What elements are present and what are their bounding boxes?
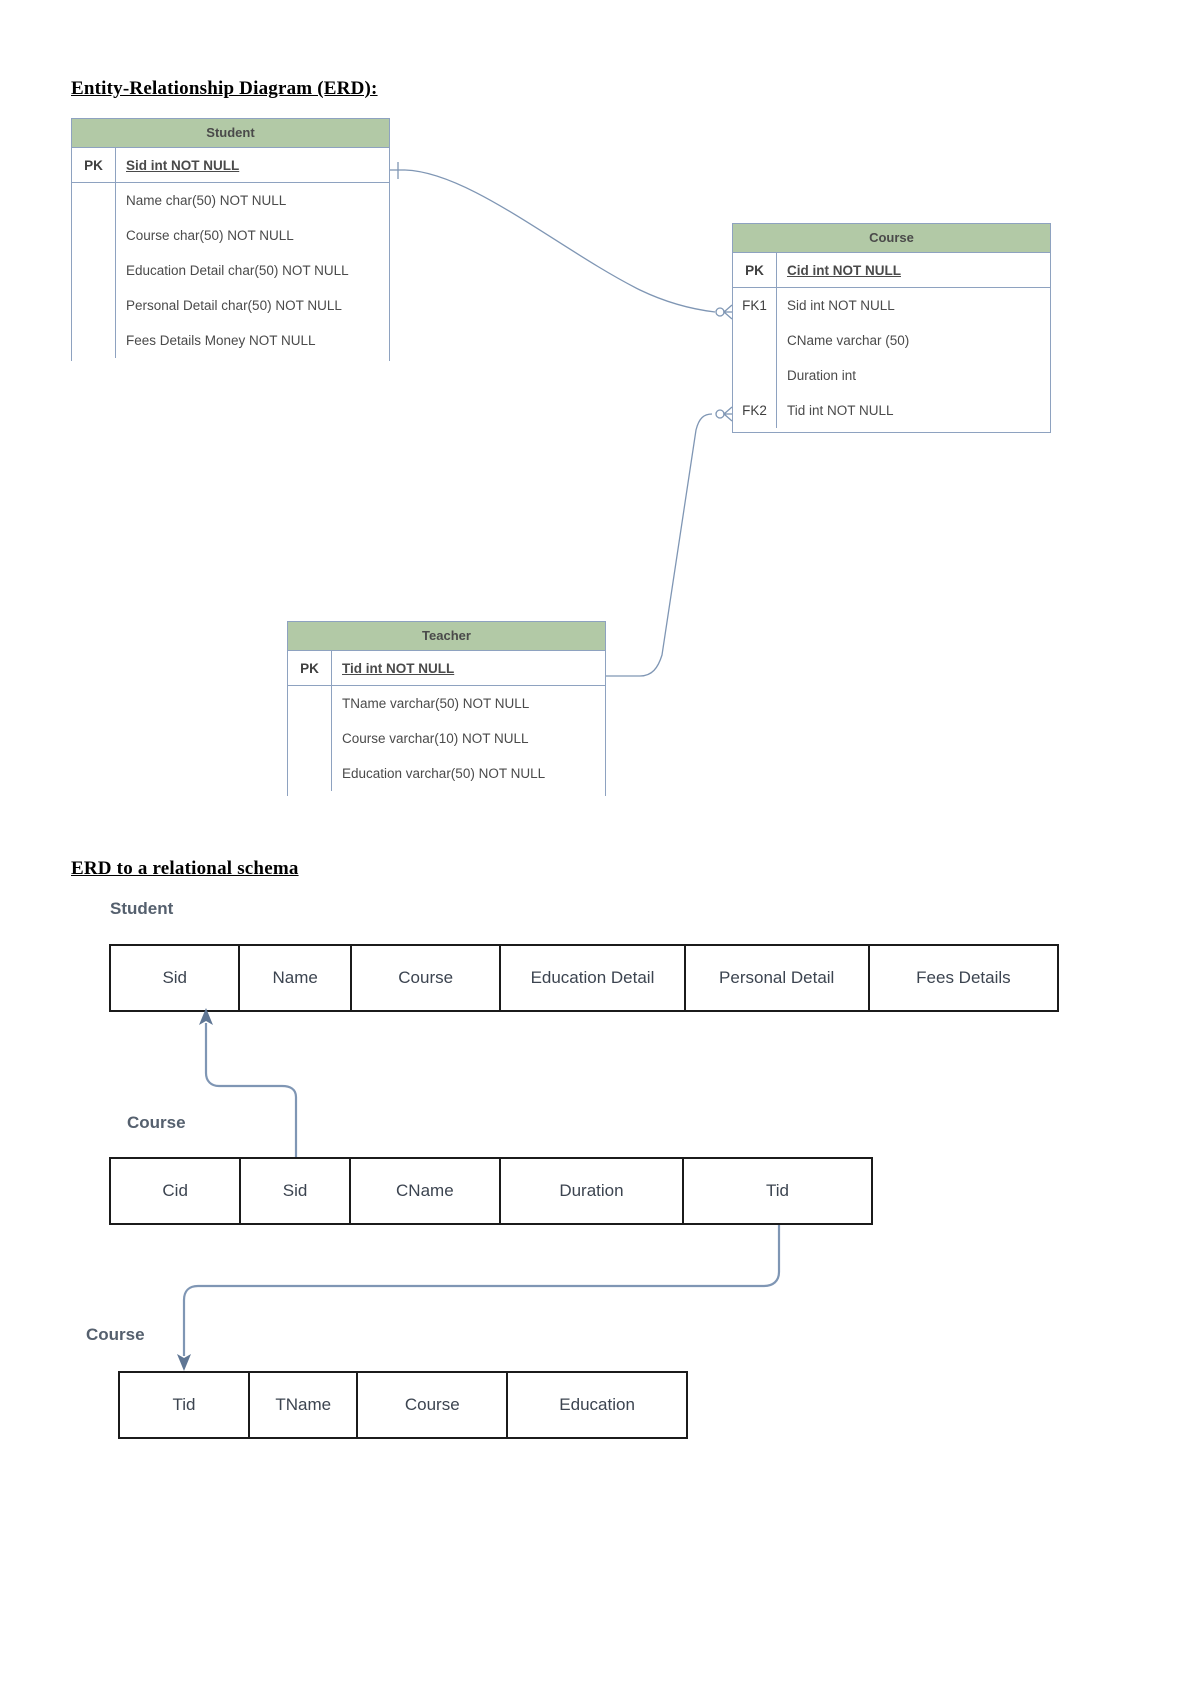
entity-row: PK Cid int NOT NULL xyxy=(733,253,1050,288)
relation-column: Name xyxy=(240,946,352,1010)
entity-title-teacher: Teacher xyxy=(288,622,605,651)
erd-entity-course: Course PK Cid int NOT NULL FK1 Sid int N… xyxy=(732,223,1051,433)
relation-column: Education xyxy=(559,1395,635,1414)
attribute-label: TName varchar(50) NOT NULL xyxy=(342,696,530,711)
relation-column: Personal Detail xyxy=(686,946,870,1010)
erd-section-heading: Entity-Relationship Diagram (ERD): xyxy=(71,78,378,99)
relation-column: Education Detail xyxy=(501,946,686,1010)
key-label xyxy=(288,721,332,756)
key-label: PK xyxy=(72,148,116,182)
entity-title-course: Course xyxy=(733,224,1050,253)
erd-entity-teacher: Teacher PK Tid int NOT NULL TName varcha… xyxy=(287,621,606,796)
key-label xyxy=(72,323,116,358)
attribute-label: Tid int NOT NULL xyxy=(342,660,455,676)
entity-row: Fees Details Money NOT NULL xyxy=(72,323,389,358)
entity-row: PK Sid int NOT NULL xyxy=(72,148,389,183)
relation-column: Duration xyxy=(501,1159,684,1223)
key-label xyxy=(72,218,116,253)
entity-row: Course char(50) NOT NULL xyxy=(72,218,389,253)
attribute-label: Fees Details Money NOT NULL xyxy=(126,333,316,348)
relation-column: CName xyxy=(351,1159,501,1223)
attribute-label: CName varchar (50) xyxy=(787,333,910,348)
key-label xyxy=(72,183,116,218)
entity-row: Education varchar(50) NOT NULL xyxy=(288,756,605,791)
erd-entity-student: Student PK Sid int NOT NULL Name char(50… xyxy=(71,118,390,361)
attribute-label: Sid int NOT NULL xyxy=(787,298,895,313)
attribute-label: Sid int NOT NULL xyxy=(126,157,240,173)
entity-row: Personal Detail char(50) NOT NULL xyxy=(72,288,389,323)
entity-row: Education Detail char(50) NOT NULL xyxy=(72,253,389,288)
entity-title-student: Student xyxy=(72,119,389,148)
relation-table-teacher: Tid TName Course Education xyxy=(118,1371,688,1439)
attribute-label: Education varchar(50) NOT NULL xyxy=(342,766,546,781)
key-label xyxy=(72,288,116,323)
relation-column: Fees Details xyxy=(916,968,1011,987)
entity-row: TName varchar(50) NOT NULL xyxy=(288,686,605,721)
relationship-teacher-course xyxy=(606,406,733,677)
document-page: Entity-Relationship Diagram (ERD): Stude… xyxy=(0,0,1200,1698)
relation-label-teacher: Course xyxy=(86,1325,145,1344)
attribute-label: Name char(50) NOT NULL xyxy=(126,193,287,208)
entity-row: FK1 Sid int NOT NULL xyxy=(733,288,1050,323)
entity-row: Duration int xyxy=(733,358,1050,393)
key-label xyxy=(288,756,332,791)
entity-row: CName varchar (50) xyxy=(733,323,1050,358)
key-label xyxy=(733,358,777,393)
entity-row: FK2 Tid int NOT NULL xyxy=(733,393,1050,428)
relation-column: Tid xyxy=(765,1181,789,1200)
relation-column: Course xyxy=(352,946,502,1010)
relation-table-student: Sid Name Course Education Detail Persona… xyxy=(109,944,1059,1012)
attribute-label: Personal Detail char(50) NOT NULL xyxy=(126,298,342,313)
fk-arrow-course-tid-to-teacher xyxy=(177,1225,781,1371)
key-label xyxy=(72,253,116,288)
entity-row: PK Tid int NOT NULL xyxy=(288,651,605,686)
relation-label-student: Student xyxy=(110,899,174,918)
relationship-student-course xyxy=(390,162,733,320)
relation-column: Sid xyxy=(241,1159,351,1223)
attribute-label: Tid int NOT NULL xyxy=(787,403,894,418)
attribute-label: Course char(50) NOT NULL xyxy=(126,228,294,243)
fk-arrow-course-sid-to-student-sid xyxy=(199,1008,298,1157)
attribute-label: Education Detail char(50) NOT NULL xyxy=(126,263,349,278)
relation-column: Course xyxy=(358,1373,509,1437)
entity-row: Course varchar(10) NOT NULL xyxy=(288,721,605,756)
attribute-label: Cid int NOT NULL xyxy=(787,262,901,278)
relation-column: Sid xyxy=(111,946,241,1010)
key-label xyxy=(288,686,332,721)
relation-column: Tid xyxy=(120,1373,251,1437)
relation-column: TName xyxy=(250,1373,359,1437)
relation-column: Cid xyxy=(111,1159,242,1223)
key-label xyxy=(733,323,777,358)
attribute-label: Duration int xyxy=(787,368,857,383)
relation-label-course: Course xyxy=(127,1113,186,1132)
entity-row: Name char(50) NOT NULL xyxy=(72,183,389,218)
key-label: PK xyxy=(733,253,777,287)
attribute-label: Course varchar(10) NOT NULL xyxy=(342,731,529,746)
relation-table-course: Cid Sid CName Duration Tid xyxy=(109,1157,873,1225)
key-label: FK2 xyxy=(733,393,777,428)
key-label: FK1 xyxy=(733,288,777,323)
schema-section-heading: ERD to a relational schema xyxy=(71,858,299,879)
key-label: PK xyxy=(288,651,332,685)
